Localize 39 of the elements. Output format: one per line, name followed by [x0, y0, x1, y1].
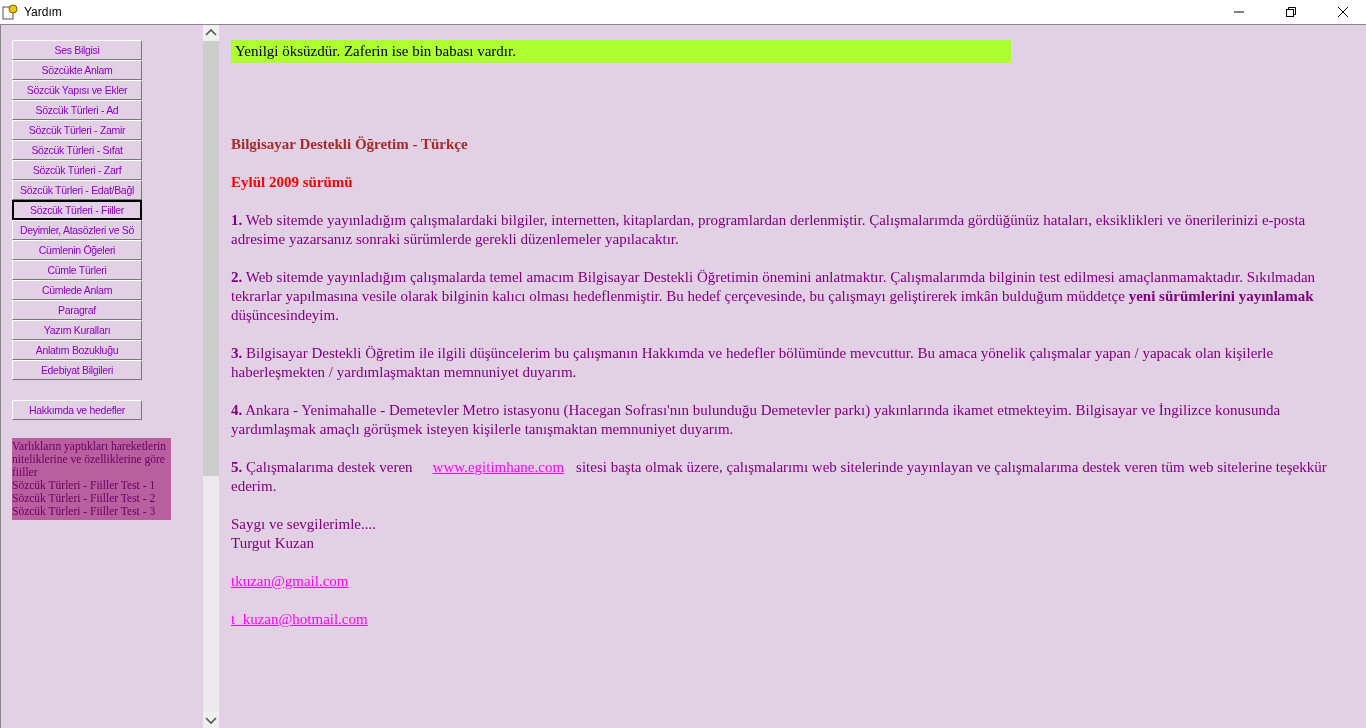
paragraph: 4. Ankara - Yenimahalle - Demetevler Metro istasyonu (Hacegan Sofrası'nın bulunduğu Demetevler parkı) yakınlarında ikamet etmekteyim. Bilgisayar ve İngilizce konusunda yardımlaşmak amaçlı görüşmek isteyen kişilerle tanışmaktan memnuniyet duyarım. — [231, 401, 1282, 439]
topic-link[interactable]: Sözcük Türleri - Fiiller Test - 2 — [12, 492, 171, 505]
topic-button[interactable]: Cümle Türleri — [12, 260, 142, 280]
quote-banner: Yenilgi öksüzdür. Zaferin ise bin babası vardır. — [231, 40, 1011, 63]
scroll-up-icon[interactable] — [203, 25, 219, 41]
topic-button[interactable]: Deyimler, Atasözleri ve Sö — [12, 220, 142, 240]
about-button[interactable]: Hakkımda ve hedefler — [12, 400, 142, 420]
topic-button[interactable]: Anlatım Bozukluğu — [12, 340, 142, 360]
heading: Bilgisayar Destekli Öğretim - Türkçe — [231, 135, 469, 154]
closing-text: Turgut Kuzan — [231, 534, 314, 553]
topic-button[interactable]: Edebiyat Bilgileri — [12, 360, 142, 380]
topic-button[interactable]: Sözcük Yapısı ve Ekler — [12, 80, 142, 100]
topic-button[interactable]: Cümlede Anlam — [12, 280, 142, 300]
topic-button[interactable]: Sözcük Türleri - Ad — [12, 100, 142, 120]
topic-button[interactable]: Sözcük Türleri - Zarf — [12, 160, 142, 180]
scrollbar[interactable] — [203, 25, 219, 728]
topic-button[interactable]: Sözcükte Anlam — [12, 60, 142, 80]
window-title: Yardım — [24, 5, 63, 19]
topic-button[interactable]: Sözcük Türleri - Sıfat — [12, 140, 142, 160]
topic-button[interactable]: Paragraf — [12, 300, 142, 320]
topic-button[interactable]: Sözcük Türleri - Zamir — [12, 120, 142, 140]
restore-icon — [1286, 7, 1296, 17]
topic-button[interactable]: Ses Bilgisi — [12, 40, 142, 60]
close-icon — [1338, 7, 1348, 17]
version-label: Eylül 2009 sürümü — [231, 173, 354, 192]
topic-link[interactable]: Varlıkların yaptıkları hareketlerin niteliklerine ve özelliklerine göre fiiller — [12, 440, 171, 479]
paragraph: 5. Çalışmalarıma destek veren www.egitimhane.com sitesi başta olmak üzere, çalışmalarımı web sitelerinde yayınlayan ve çalışmalarıma destek veren tüm web sitelerine teşekkür ederim. — [231, 458, 1328, 496]
closing-text: Saygı ve sevgilerimle.... — [231, 515, 376, 534]
topic-link[interactable]: Sözcük Türleri - Fiiller Test - 3 — [12, 505, 171, 518]
topic-button[interactable]: Sözcük Türleri - Edat/Bağl — [12, 180, 142, 200]
paragraph: 1. Web sitemde yayınladığım çalışmalardaki bilgiler, internetten, kitaplardan, programlardan derlenmiştir. Çalışmalarımda gördüğünüz hataları, eksiklikleri ve önerilerinizi e-posta adresime yazarsanız sonraki sürümlerde gerekli düzenlemeler yapılacaktır. — [231, 211, 1307, 249]
paragraph: 2. Web sitemde yayınladığım çalışmalarda temel amacım Bilgisayar Destekli Öğretimin önemini anlatmaktır. Çalışmalarımda bilginin test edilmesi amaçlanmamaktadır. Sıkılmadan tekrarlar yapılmasına vesile olarak bilginin kalıcı olması hedeflenmiştir. Bu hedef çerçevesinde, bu çalışmayı geliştirerek imkân bulduğum müddetçe yeni sürümlerini yayınlamak düşüncesindeyim. — [231, 268, 1317, 325]
scrollbar-thumb[interactable] — [203, 41, 219, 476]
topic-button[interactable]: Sözcük Türleri - Fiiller — [12, 200, 142, 220]
paragraph: 3. Bilgisayar Destekli Öğretim ile ilgili düşüncelerim bu çalışmanın Hakkımda ve hedefler bölümünde mevcuttur. Bu amaca yönelik çalışmalar yapan / yapacak olan kişilerle haberleşmekten / yardımlaşmaktan memnuniyet duyarım. — [231, 344, 1275, 382]
scroll-down-icon[interactable] — [203, 712, 219, 728]
topic-link[interactable]: Sözcük Türleri - Fiiller Test - 1 — [12, 479, 171, 492]
topic-button[interactable]: Cümlenin Öğeleri — [12, 240, 142, 260]
topic-button[interactable]: Yazım Kuralları — [12, 320, 142, 340]
